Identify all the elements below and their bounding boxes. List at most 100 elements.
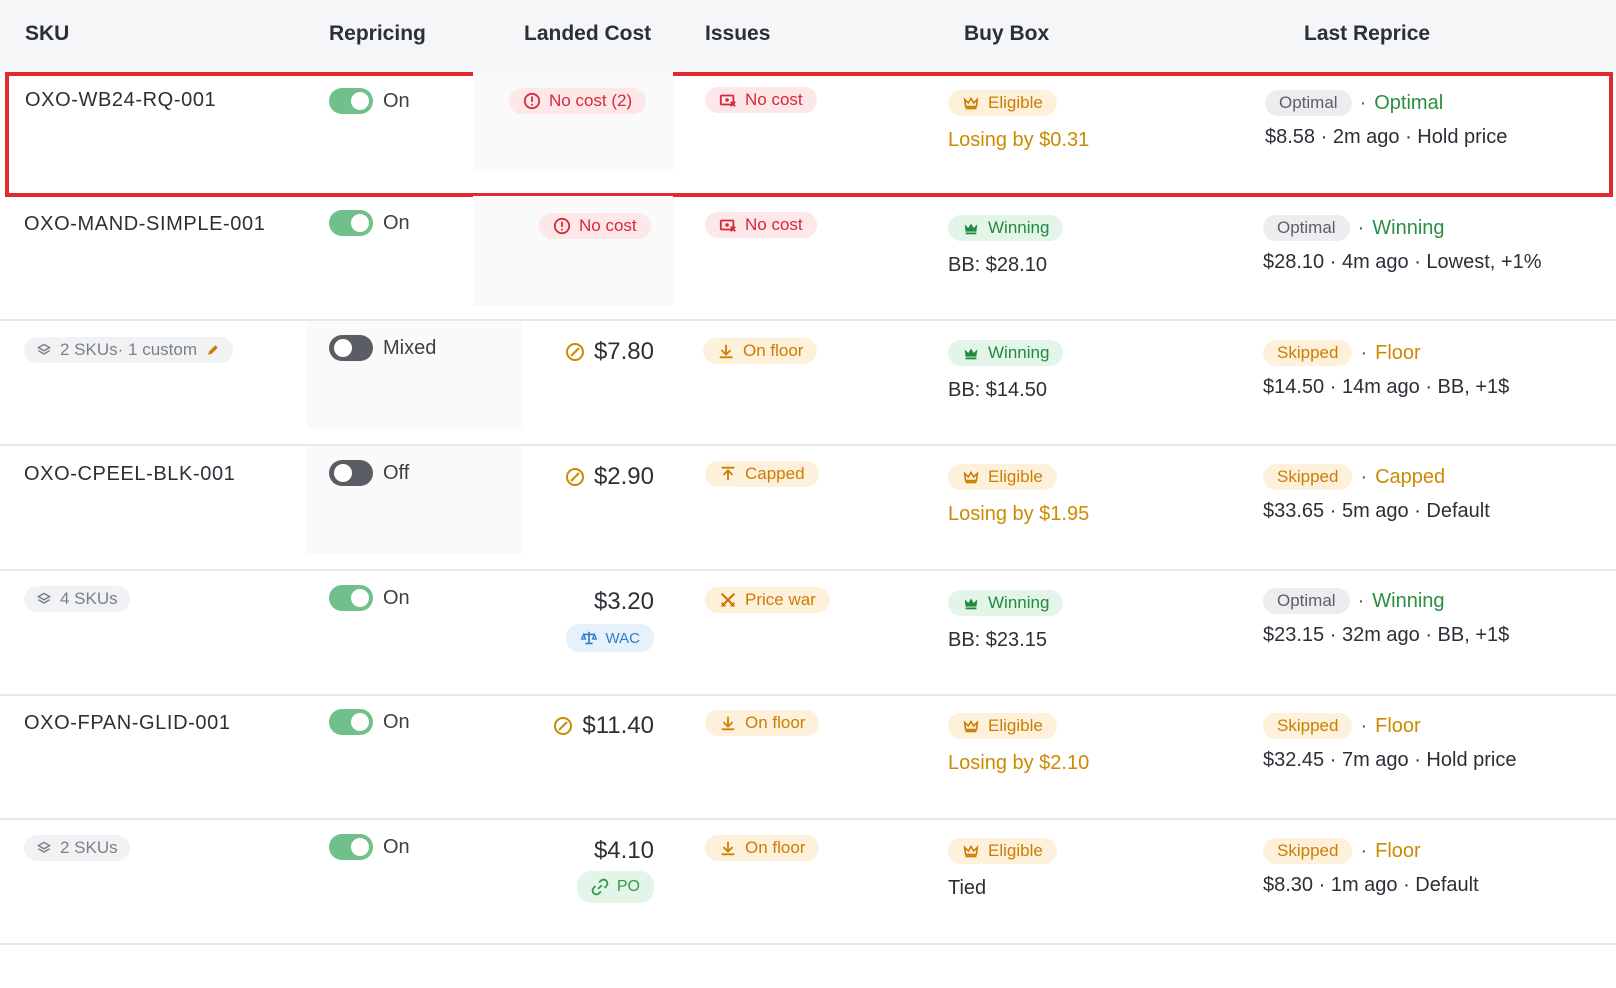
cell-shade (473, 72, 673, 172)
reprice-cell: Optimal · Optimal $8.58 · 2m ago · Hold … (1265, 90, 1508, 148)
buybox-cell: Eligible Losing by $2.10 (948, 713, 1089, 775)
crown-icon (963, 96, 979, 110)
buybox-badge: Winning (948, 340, 1064, 366)
reprice-outcome: Optimal (1374, 91, 1444, 114)
buybox-sub: BB: $14.50 (948, 379, 1047, 401)
sku-group[interactable]: 2 SKUs· 1 custom (24, 337, 233, 363)
buybox-cell: Winning BB: $23.15 (948, 590, 1064, 652)
sku-group[interactable]: 2 SKUs (24, 835, 130, 861)
table-row[interactable]: 2 SKUs· 1 custom Mixed $7.80 On floor Wi… (0, 321, 1616, 446)
reprice-detail: $8.30 · 1m ago · Default (1263, 874, 1479, 896)
alert-circle-icon (553, 217, 571, 235)
repricing-toggle[interactable]: On (329, 709, 410, 735)
sku-label: OXO-WB24-RQ-001 (25, 89, 217, 111)
buybox-badge: Winning (948, 215, 1064, 241)
buybox-cell: Eligible Losing by $0.31 (948, 90, 1089, 152)
cost-cell[interactable]: $7.80 (520, 338, 654, 366)
repricing-toggle[interactable]: On (329, 585, 410, 611)
cost-value: $11.40 (582, 712, 654, 739)
sku-group-chip[interactable]: 2 SKUs (24, 835, 130, 861)
header-buy-box[interactable]: Buy Box (964, 22, 1049, 46)
buybox-cell: Eligible Losing by $1.95 (948, 464, 1089, 526)
buybox-badge: Eligible (948, 838, 1057, 864)
cost-cell[interactable]: No cost (539, 213, 651, 240)
buybox-sub: Tied (948, 877, 987, 899)
buybox-cell: Winning BB: $28.10 (948, 215, 1064, 277)
issue-pill[interactable]: On floor (703, 338, 818, 364)
toggle-switch[interactable] (329, 834, 373, 860)
issue-pill[interactable]: On floor (705, 710, 820, 736)
cost-source-badge[interactable]: PO (576, 871, 654, 903)
toggle-switch[interactable] (329, 210, 373, 236)
header-landed-cost[interactable]: Landed Cost (524, 22, 651, 46)
table-row[interactable]: OXO-FPAN-GLID-001 On $11.40 On floor Eli… (0, 695, 1616, 820)
arrow-up-cap-icon (721, 466, 735, 481)
toggle-switch[interactable] (329, 709, 373, 735)
sku-group[interactable]: 4 SKUs (24, 586, 130, 612)
table-header: SKU Repricing Landed Cost Issues Buy Box… (0, 0, 1616, 72)
cost-cell[interactable]: $3.20 WAC (520, 588, 654, 652)
reprice-detail: $8.58 · 2m ago · Hold price (1265, 126, 1508, 148)
arrow-down-floor-icon (721, 716, 735, 731)
toggle-switch[interactable] (329, 460, 373, 486)
header-issues[interactable]: Issues (705, 22, 770, 46)
repricing-toggle[interactable]: On (329, 210, 410, 236)
crown-icon (964, 223, 978, 235)
reprice-status-badge: Skipped (1263, 838, 1353, 864)
issue-pill[interactable]: No cost (705, 212, 817, 238)
toggle-switch[interactable] (329, 88, 373, 114)
table-row[interactable]: 2 SKUs On $4.10 PO On floor Eligible Tie… (0, 820, 1616, 945)
table-row[interactable]: OXO-WB24-RQ-001 On No cost (2) No cost E… (5, 72, 1613, 197)
cost-cell[interactable]: $2.90 (520, 463, 654, 491)
header-repricing[interactable]: Repricing (329, 22, 426, 46)
issue-pill[interactable]: Capped (705, 461, 819, 487)
pencil-icon[interactable] (205, 342, 221, 358)
no-cost-pill[interactable]: No cost (539, 213, 651, 239)
issue-pill[interactable]: No cost (705, 87, 817, 113)
issue-cell: No cost (705, 212, 817, 239)
buybox-cell: Eligible Tied (948, 838, 1057, 900)
repricing-toggle[interactable]: On (329, 834, 410, 860)
issue-pill[interactable]: On floor (705, 835, 820, 861)
sku-label: OXO-FPAN-GLID-001 (24, 712, 231, 734)
reprice-detail: $23.15 · 32m ago · BB, +1$ (1263, 624, 1510, 646)
reprice-outcome: Winning (1372, 589, 1445, 612)
repricing-toggle[interactable]: On (329, 88, 410, 114)
reprice-cell: Skipped · Capped $33.65 · 5m ago · Defau… (1263, 464, 1490, 522)
reprice-status-badge: Skipped (1263, 340, 1353, 366)
table-row[interactable]: OXO-MAND-SIMPLE-001 On No cost No cost W… (0, 196, 1616, 321)
reprice-cell: Skipped · Floor $14.50 · 14m ago · BB, +… (1263, 340, 1510, 398)
cost-cell[interactable]: $4.10 PO (520, 837, 654, 903)
arrow-down-floor-icon (721, 841, 735, 856)
issue-pill[interactable]: Price war (705, 587, 830, 613)
table-row[interactable]: 4 SKUs On $3.20 WAC Price war Winning BB… (0, 571, 1616, 696)
estimate-icon (565, 468, 584, 486)
sku-label: OXO-MAND-SIMPLE-001 (24, 213, 266, 235)
table-row[interactable]: OXO-CPEEL-BLK-001 Off $2.90 Capped Eligi… (0, 446, 1616, 571)
header-last-reprice[interactable]: Last Reprice (1304, 22, 1430, 46)
crown-icon (963, 844, 979, 858)
reprice-outcome: Floor (1375, 341, 1421, 364)
sku-group-chip[interactable]: 2 SKUs· 1 custom (24, 337, 233, 363)
header-sku[interactable]: SKU (25, 22, 69, 46)
cost-value: $2.90 (593, 463, 654, 490)
sku-group-chip[interactable]: 4 SKUs (24, 586, 130, 612)
crossed-swords-icon (720, 592, 736, 608)
repricing-toggle[interactable]: Mixed (329, 335, 436, 361)
reprice-outcome: Capped (1375, 465, 1446, 488)
buybox-cell: Winning BB: $14.50 (948, 340, 1064, 402)
reprice-status-badge: Optimal (1263, 215, 1350, 241)
no-cost-pill[interactable]: No cost (2) (509, 88, 647, 114)
layers-icon (36, 343, 52, 355)
toggle-switch[interactable] (329, 585, 373, 611)
balance-scale-icon (580, 631, 597, 645)
repricing-toggle[interactable]: Off (329, 460, 409, 486)
cost-source-badge[interactable]: WAC (565, 624, 654, 652)
issue-cell: On floor (703, 338, 818, 365)
repricing-state: Mixed (383, 336, 437, 359)
toggle-switch[interactable] (329, 335, 373, 361)
reprice-cell: Skipped · Floor $32.45 · 7m ago · Hold p… (1263, 713, 1517, 771)
crown-icon (964, 598, 978, 610)
cost-cell[interactable]: No cost (2) (509, 88, 647, 115)
cost-cell[interactable]: $11.40 (520, 712, 654, 740)
